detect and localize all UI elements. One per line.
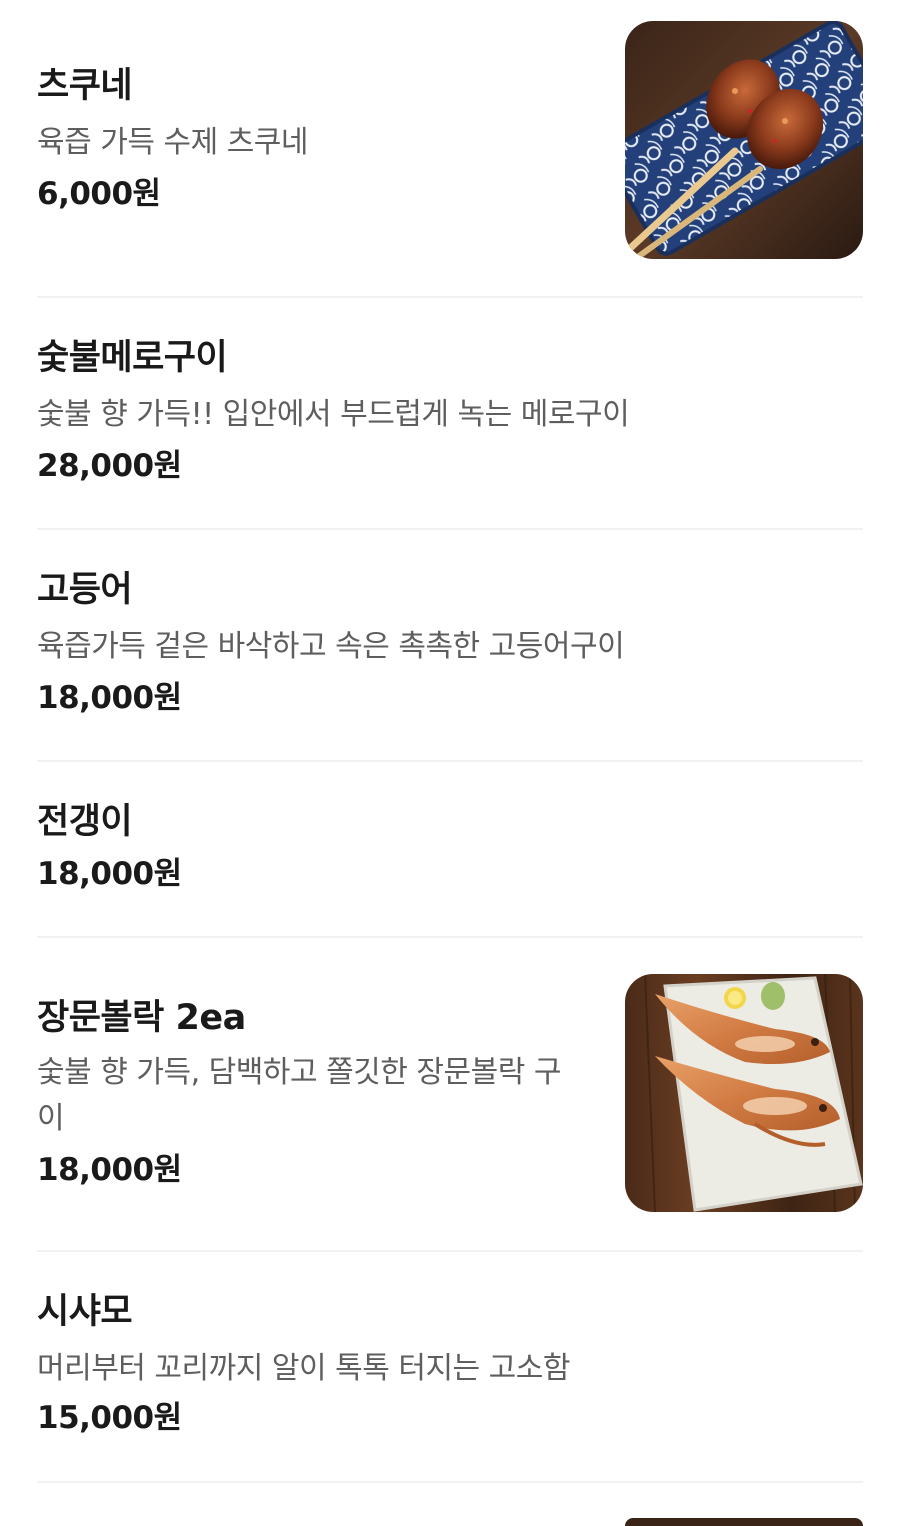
menu-item-mackerel[interactable]: 고등어 육즙가득 겉은 바삭하고 속은 촉촉한 고등어구이 18,000원 [37,528,863,760]
menu-item-description: 머리부터 꼬리까지 알이 톡톡 터지는 고소함 [37,1351,570,1386]
menu-item-rockfish[interactable]: 장문볼락 2ea 숯불 향 가득, 담백하고 쫄깃한 장문볼락 구이 18,00… [37,936,863,1250]
menu-item-description: 숯불 향 가득!! 입안에서 부드럽게 녹는 메로구이 [37,397,630,432]
divider [37,1481,863,1483]
menu-item-description: 육즙 가득 수제 츠쿠네 [37,125,309,160]
menu-item-price: 18,000원 [37,680,182,716]
menu-item-name: 고등어 [37,570,133,610]
menu-item-horse-mackerel[interactable]: 전갱이 18,000원 [37,760,863,936]
menu-item-name: 장문볼락 2ea [37,998,246,1038]
menu-item-grilled-mero[interactable]: 숯불메로구이 숯불 향 가득!! 입안에서 부드럽게 녹는 메로구이 28,00… [37,296,863,528]
tsukune-skewer-photo [625,21,863,259]
menu-item-name: 츠쿠네 [37,66,133,106]
menu-item-shishamo[interactable]: 시샤모 머리부터 꼬리까지 알이 톡톡 터지는 고소함 15,000원 [37,1250,863,1482]
menu-item-price: 15,000원 [37,1400,182,1436]
menu-item-price: 18,000원 [37,856,182,892]
menu-item-description: 육즙가득 겉은 바삭하고 속은 촉촉한 고등어구이 [37,629,625,664]
menu-item-price: 18,000원 [37,1152,182,1188]
menu-item-description: 숯불 향 가득, 담백하고 쫄깃한 장문볼락 구이 [37,1055,561,1136]
grilled-rockfish-photo [625,974,863,1212]
menu-item-price: 6,000원 [37,176,161,212]
next-item-photo [625,1518,863,1526]
menu-item-name: 숯불메로구이 [37,338,228,378]
menu-item-name: 시샤모 [37,1292,133,1332]
menu-item-tsukune[interactable]: 츠쿠네 육즙 가득 수제 츠쿠네 6,000원 [37,0,863,296]
menu-item-price: 28,000원 [37,448,182,484]
menu-item-name: 전갱이 [37,802,133,842]
